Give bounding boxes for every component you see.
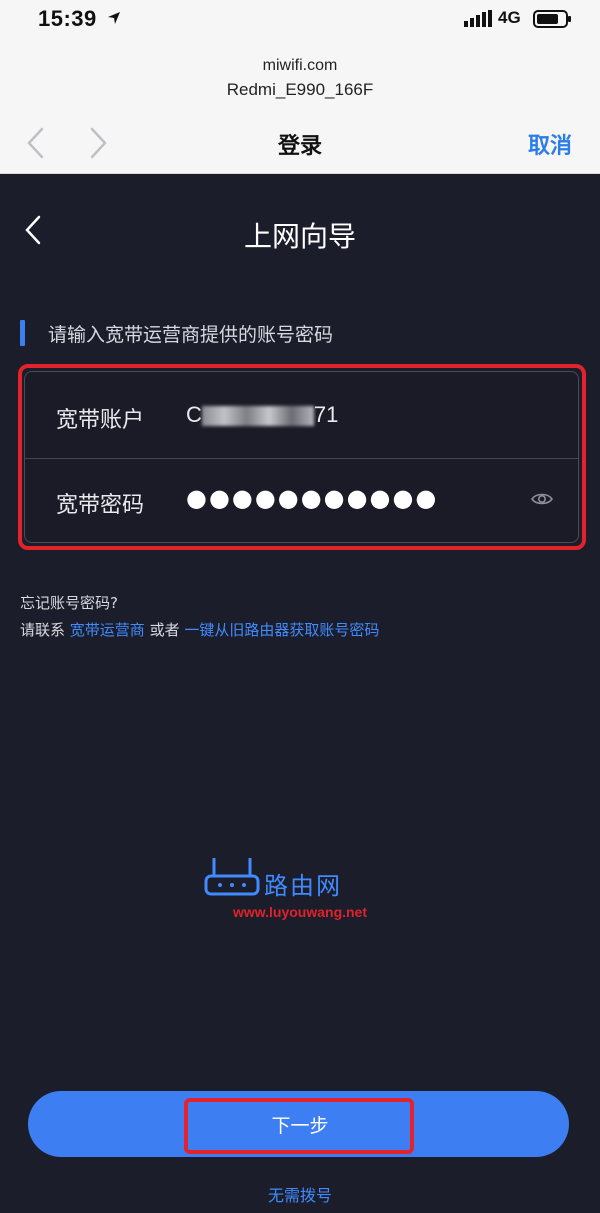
- old-router-link[interactable]: 一键从旧路由器获取账号密码: [184, 621, 379, 639]
- contact-line: 请联系 宽带运营商 或者 一键从旧路由器获取账号密码: [20, 619, 379, 640]
- url-host: miwifi.com: [262, 57, 338, 74]
- eye-icon[interactable]: [530, 490, 554, 508]
- no-dial-link[interactable]: 无需拨号: [0, 1182, 600, 1206]
- url-ssid: Redmi_E990_166F: [226, 80, 374, 99]
- signal-icon: [464, 10, 492, 27]
- next-highlight-outline: [184, 1098, 414, 1154]
- browser-chrome: 15:39 4G miwifi.com Redmi_E990_166F 登录 取…: [0, 0, 600, 174]
- password-label: 宽带密码: [56, 493, 145, 518]
- network-type: 4G: [498, 8, 521, 27]
- form-divider: [24, 458, 579, 459]
- isp-link[interactable]: 宽带运营商: [70, 621, 145, 639]
- section-label: 请输入宽带运营商提供的账号密码: [48, 324, 334, 346]
- page-title: 上网向导: [243, 220, 356, 253]
- account-value-start: C: [186, 402, 202, 427]
- watermark-url: www.luyouwang.net: [232, 904, 368, 920]
- account-value-end: 71: [313, 402, 339, 427]
- section-accent-bar: [20, 320, 25, 346]
- account-label: 宽带账户: [56, 408, 145, 433]
- battery-icon: [533, 10, 571, 28]
- cancel-button[interactable]: 取消: [528, 128, 572, 160]
- status-time: 15:39: [38, 6, 97, 31]
- watermark-brand: 路由网: [264, 872, 342, 900]
- password-input[interactable]: ●●●●●●●●●●●: [186, 484, 438, 512]
- router-logo-icon: [204, 858, 260, 896]
- account-redacted: [201, 406, 314, 427]
- forgot-text: 忘记账号密码?: [20, 594, 118, 612]
- or-text: 或者: [149, 621, 180, 639]
- contact-prefix: 请联系: [20, 621, 66, 639]
- account-input[interactable]: C 71: [186, 402, 338, 428]
- location-arrow-icon: [108, 12, 120, 24]
- browser-title: 登录: [277, 134, 322, 159]
